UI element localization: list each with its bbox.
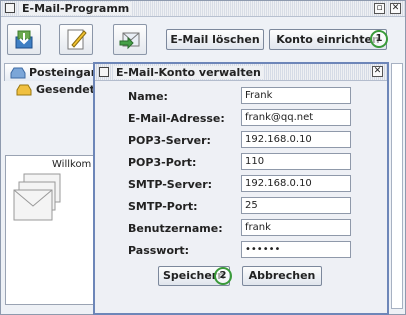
close-icon[interactable]: ✕ bbox=[390, 3, 401, 14]
name-field[interactable]: Frank bbox=[241, 87, 351, 104]
receive-mail-icon bbox=[15, 30, 33, 49]
sent-icon bbox=[16, 84, 32, 101]
step-marker-1: 1 bbox=[370, 30, 388, 48]
pop3-server-field[interactable]: 192.168.0.10 bbox=[241, 131, 351, 148]
compose-mail-button[interactable] bbox=[59, 24, 93, 55]
maximize-icon[interactable]: ▫ bbox=[374, 3, 385, 14]
account-dialog: E-Mail-Konto verwalten ✕ Name: Frank E-M… bbox=[93, 62, 389, 315]
message-preview-panel: Willkom bbox=[5, 155, 97, 305]
email-label: E-Mail-Adresse: bbox=[128, 112, 225, 125]
message-list-edge bbox=[391, 63, 403, 309]
receive-mail-button[interactable] bbox=[7, 24, 41, 55]
forward-mail-button[interactable] bbox=[113, 24, 147, 55]
step-marker-2: 2 bbox=[214, 267, 232, 285]
smtp-server-label: SMTP-Server: bbox=[128, 178, 213, 191]
dialog-menu-icon[interactable] bbox=[99, 67, 109, 77]
smtp-port-label: SMTP-Port: bbox=[128, 200, 198, 213]
forward-mail-icon bbox=[119, 32, 140, 50]
username-field[interactable]: frank bbox=[241, 219, 351, 236]
name-label: Name: bbox=[128, 90, 168, 103]
pop3-port-field[interactable]: 110 bbox=[241, 153, 351, 170]
username-label: Benutzername: bbox=[128, 222, 223, 235]
pop3-server-label: POP3-Server: bbox=[128, 134, 211, 147]
smtp-server-field[interactable]: 192.168.0.10 bbox=[241, 175, 351, 192]
envelope-stack-icon bbox=[13, 173, 61, 221]
dialog-titlebar: E-Mail-Konto verwalten ✕ bbox=[95, 64, 387, 81]
folder-tree: Posteingang Gesendete bbox=[4, 61, 107, 153]
smtp-port-field[interactable]: 25 bbox=[241, 197, 351, 214]
email-field[interactable]: frank@qq.net bbox=[241, 109, 351, 126]
cancel-button[interactable]: Abbrechen bbox=[242, 266, 322, 286]
compose-icon bbox=[67, 29, 87, 50]
dialog-close-icon[interactable]: ✕ bbox=[372, 66, 383, 77]
delete-mail-button[interactable]: E-Mail löschen bbox=[166, 29, 264, 50]
folder-sent[interactable]: Gesendete bbox=[12, 81, 102, 101]
main-titlebar: E-Mail-Programm ▫ ✕ bbox=[1, 1, 405, 17]
password-field[interactable]: •••••• bbox=[241, 241, 351, 258]
pop3-port-label: POP3-Port: bbox=[128, 156, 197, 169]
password-label: Passwort: bbox=[128, 244, 190, 257]
folder-inbox[interactable]: Posteingang bbox=[4, 63, 107, 81]
dialog-title: E-Mail-Konto verwalten bbox=[113, 66, 264, 79]
window-menu-icon[interactable] bbox=[5, 3, 15, 13]
window-title: E-Mail-Programm bbox=[19, 2, 133, 15]
